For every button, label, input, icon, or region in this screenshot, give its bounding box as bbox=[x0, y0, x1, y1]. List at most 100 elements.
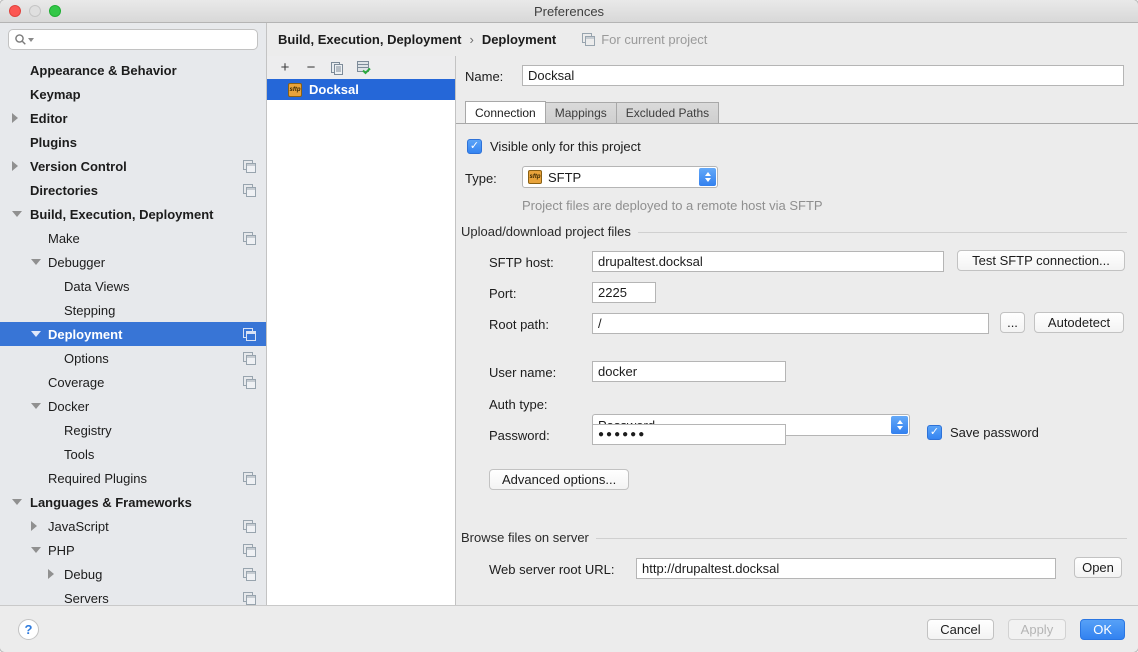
deployment-form: Name: ConnectionMappingsExcluded Paths ✓… bbox=[456, 56, 1138, 605]
settings-search-input[interactable] bbox=[36, 33, 252, 47]
search-options-caret-icon[interactable] bbox=[28, 38, 34, 42]
sidebar-item-label: Docker bbox=[48, 399, 89, 414]
current-project-icon bbox=[243, 376, 256, 389]
sidebar-item-coverage[interactable]: Coverage bbox=[0, 370, 266, 394]
sidebar-item-directories[interactable]: Directories bbox=[0, 178, 266, 202]
sidebar-item-label: Registry bbox=[64, 423, 112, 438]
sidebar-item-debugger[interactable]: Debugger bbox=[0, 250, 266, 274]
server-list-panel: + − bbox=[267, 56, 456, 605]
sidebar-item-options[interactable]: Options bbox=[0, 346, 266, 370]
copy-server-button[interactable] bbox=[330, 61, 344, 75]
chevron-down-icon[interactable] bbox=[31, 403, 41, 409]
chevron-down-icon[interactable] bbox=[12, 211, 22, 217]
test-sftp-connection-button[interactable]: Test SFTP connection... bbox=[957, 250, 1125, 271]
sidebar-item-label: JavaScript bbox=[48, 519, 109, 534]
sidebar-item-make[interactable]: Make bbox=[0, 226, 266, 250]
sidebar-item-label: Options bbox=[64, 351, 109, 366]
chevron-right-icon[interactable] bbox=[12, 113, 18, 123]
type-dropdown[interactable]: sftp SFTP bbox=[522, 166, 718, 188]
sidebar-item-label: Directories bbox=[30, 183, 98, 198]
server-item-docksal[interactable]: sftpDocksal bbox=[267, 79, 455, 100]
chevron-down-icon[interactable] bbox=[12, 499, 22, 505]
auth-type-dropdown-stepper-icon[interactable] bbox=[891, 416, 908, 434]
root-path-label: Root path: bbox=[489, 317, 549, 332]
sidebar-item-languages-frameworks[interactable]: Languages & Frameworks bbox=[0, 490, 266, 514]
current-project-icon bbox=[243, 592, 256, 605]
sidebar-item-docker[interactable]: Docker bbox=[0, 394, 266, 418]
use-as-default-button[interactable] bbox=[356, 60, 370, 75]
tab-excluded-paths[interactable]: Excluded Paths bbox=[617, 102, 719, 124]
sidebar-item-label: Editor bbox=[30, 111, 68, 126]
browse-root-path-button[interactable]: ... bbox=[1000, 312, 1025, 333]
web-root-input[interactable] bbox=[636, 558, 1056, 579]
cancel-button[interactable]: Cancel bbox=[927, 619, 993, 640]
sidebar-item-deployment[interactable]: Deployment bbox=[0, 322, 266, 346]
sidebar-item-javascript[interactable]: JavaScript bbox=[0, 514, 266, 538]
chevron-down-icon[interactable] bbox=[31, 331, 41, 337]
visible-only-checkbox[interactable]: ✓ bbox=[467, 139, 482, 154]
breadcrumb-category[interactable]: Build, Execution, Deployment bbox=[278, 32, 461, 47]
sidebar-item-editor[interactable]: Editor bbox=[0, 106, 266, 130]
close-window-button[interactable] bbox=[9, 5, 21, 17]
sidebar-item-keymap[interactable]: Keymap bbox=[0, 82, 266, 106]
server-list: sftpDocksal bbox=[267, 79, 455, 100]
current-project-icon bbox=[243, 472, 256, 485]
sidebar-item-required-plugins[interactable]: Required Plugins bbox=[0, 466, 266, 490]
current-project-icon bbox=[243, 232, 256, 245]
sidebar-item-appearance-behavior[interactable]: Appearance & Behavior bbox=[0, 58, 266, 82]
sidebar-item-data-views[interactable]: Data Views bbox=[0, 274, 266, 298]
sidebar-item-plugins[interactable]: Plugins bbox=[0, 130, 266, 154]
sidebar-item-label: Make bbox=[48, 231, 80, 246]
sidebar-item-stepping[interactable]: Stepping bbox=[0, 298, 266, 322]
ok-button[interactable]: OK bbox=[1080, 619, 1125, 640]
sidebar-item-build-execution-deployment[interactable]: Build, Execution, Deployment bbox=[0, 202, 266, 226]
sidebar-item-label: Keymap bbox=[30, 87, 81, 102]
sidebar-item-debug[interactable]: Debug bbox=[0, 562, 266, 586]
chevron-down-icon[interactable] bbox=[31, 259, 41, 265]
sidebar-item-servers[interactable]: Servers bbox=[0, 586, 266, 605]
sidebar-item-registry[interactable]: Registry bbox=[0, 418, 266, 442]
sidebar-item-php[interactable]: PHP bbox=[0, 538, 266, 562]
sftp-host-input[interactable] bbox=[592, 251, 944, 272]
minimize-window-button bbox=[29, 5, 41, 17]
help-button[interactable]: ? bbox=[18, 619, 39, 640]
port-input[interactable] bbox=[592, 282, 656, 303]
scope-label: For current project bbox=[601, 32, 707, 47]
tab-connection[interactable]: Connection bbox=[465, 101, 546, 124]
open-url-button[interactable]: Open bbox=[1074, 557, 1122, 578]
current-project-icon bbox=[243, 184, 256, 197]
password-input[interactable] bbox=[592, 424, 786, 445]
root-path-input[interactable] bbox=[592, 313, 989, 334]
zoom-window-button[interactable] bbox=[49, 5, 61, 17]
sftp-host-label: SFTP host: bbox=[489, 255, 554, 270]
sidebar-item-version-control[interactable]: Version Control bbox=[0, 154, 266, 178]
save-password-checkbox[interactable]: ✓ bbox=[927, 425, 942, 440]
search-box[interactable] bbox=[8, 29, 258, 50]
apply-button: Apply bbox=[1008, 619, 1067, 640]
visible-only-label: Visible only for this project bbox=[490, 139, 641, 154]
name-input[interactable] bbox=[522, 65, 1124, 86]
sidebar-item-label: Servers bbox=[64, 591, 109, 606]
sidebar-item-label: Coverage bbox=[48, 375, 104, 390]
advanced-options-button[interactable]: Advanced options... bbox=[489, 469, 629, 490]
type-dropdown-stepper-icon[interactable] bbox=[699, 168, 716, 186]
add-server-button[interactable]: + bbox=[278, 60, 292, 75]
section-rule bbox=[596, 538, 1127, 539]
chevron-right-icon[interactable] bbox=[31, 521, 37, 531]
tab-mappings[interactable]: Mappings bbox=[546, 102, 617, 124]
sidebar-item-tools[interactable]: Tools bbox=[0, 442, 266, 466]
current-project-icon bbox=[243, 520, 256, 533]
breadcrumb-separator: › bbox=[469, 32, 473, 47]
chevron-right-icon[interactable] bbox=[48, 569, 54, 579]
autodetect-button[interactable]: Autodetect bbox=[1034, 312, 1124, 333]
remove-server-button[interactable]: − bbox=[304, 60, 318, 75]
sidebar-item-label: Appearance & Behavior bbox=[30, 63, 177, 78]
sidebar-item-label: Debugger bbox=[48, 255, 105, 270]
chevron-down-icon[interactable] bbox=[31, 547, 41, 553]
type-label: Type: bbox=[465, 171, 497, 186]
chevron-right-icon[interactable] bbox=[12, 161, 18, 171]
sidebar-item-label: Plugins bbox=[30, 135, 77, 150]
user-name-input[interactable] bbox=[592, 361, 786, 382]
search-area bbox=[0, 23, 266, 54]
title-bar[interactable]: Preferences bbox=[0, 0, 1138, 23]
